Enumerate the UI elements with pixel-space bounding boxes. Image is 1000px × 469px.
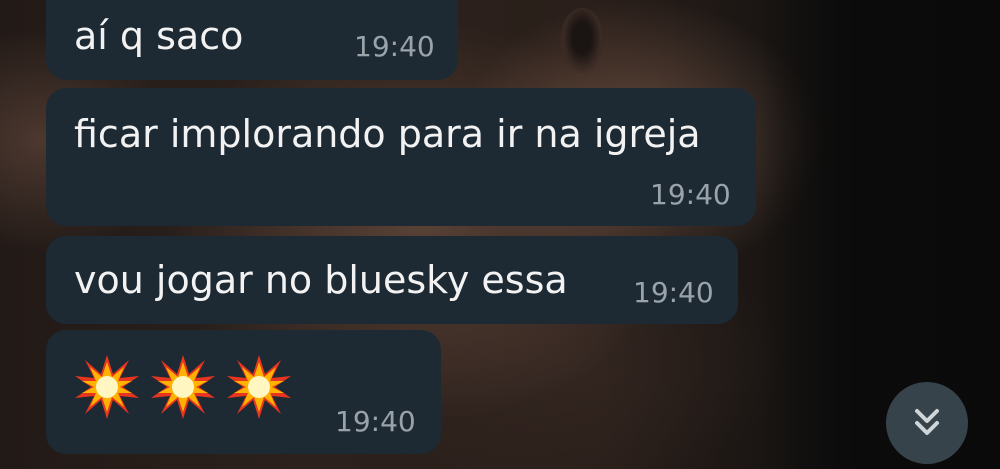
message-time: 19:40 (354, 30, 435, 63)
message-time: 19:40 (633, 276, 714, 309)
scroll-to-bottom-button[interactable] (886, 382, 968, 464)
message-text: ficar implorando para ir na igreja (74, 112, 701, 156)
message-time: 19:40 (335, 405, 416, 438)
message-text: aí q saco (74, 14, 244, 58)
message-time: 19:40 (650, 178, 731, 211)
collision-emoji-row (74, 354, 292, 420)
collision-emoji-icon (75, 355, 139, 419)
double-chevron-down-icon (915, 409, 939, 435)
wallpaper-hair-shadow (760, 0, 1000, 469)
collision-emoji-icon (151, 355, 215, 419)
wallpaper-eye-detail (560, 8, 604, 74)
message-text: vou jogar no bluesky essa (74, 258, 568, 302)
message-bubble[interactable]: aí q saco 19:40 (46, 0, 458, 80)
message-bubble[interactable]: vou jogar no bluesky essa 19:40 (46, 236, 738, 324)
message-bubble[interactable]: 19:40 (46, 330, 441, 454)
message-bubble[interactable]: ficar implorando para ir na igreja 19:40 (46, 88, 756, 226)
collision-emoji-icon (227, 355, 291, 419)
